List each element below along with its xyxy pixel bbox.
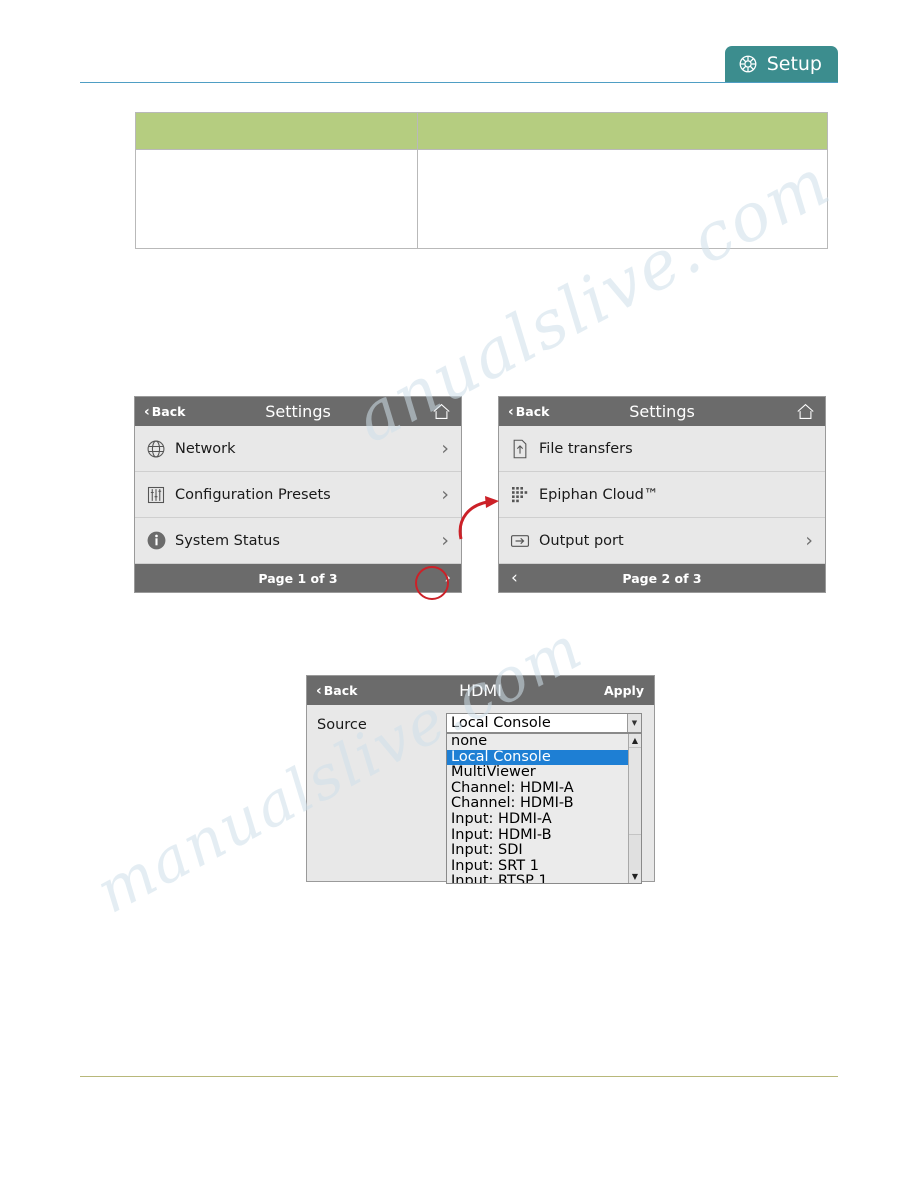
chevron-left-icon: ‹ xyxy=(144,403,150,420)
setup-tab-label: Setup xyxy=(766,53,822,75)
settings-screen-page2: ‹ Back Settings File transfers Epiphan C… xyxy=(499,397,825,592)
settings-row-output-port[interactable]: Output port › xyxy=(499,518,825,564)
settings-row-system-status-label: System Status xyxy=(175,532,280,549)
chevron-left-icon: ‹ xyxy=(316,682,322,699)
settings-row-file-transfers[interactable]: File transfers xyxy=(499,426,825,472)
list-item[interactable]: Channel: HDMI-B xyxy=(447,796,641,812)
back-button-label: Back xyxy=(323,683,358,698)
settings-p2-titlebar: ‹ Back Settings xyxy=(499,397,825,426)
settings-row-configuration-presets-label: Configuration Presets xyxy=(175,486,331,503)
source-dropdown[interactable]: none Local Console MultiViewer Channel: … xyxy=(446,733,642,885)
scroll-up-icon[interactable]: ▲ xyxy=(629,734,641,747)
settings-row-file-transfers-label: File transfers xyxy=(539,440,633,457)
hdmi-screen: ‹ Back HDMI Apply Source Local Console ▼… xyxy=(307,676,654,885)
scroll-down-icon[interactable]: ▼ xyxy=(629,870,641,884)
back-button[interactable]: ‹ Back xyxy=(508,404,549,419)
settings-p1-titlebar: ‹ Back Settings xyxy=(135,397,461,426)
settings-row-system-status[interactable]: System Status › xyxy=(135,518,461,564)
table-row xyxy=(135,149,829,249)
footer-divider xyxy=(80,1076,838,1077)
source-select[interactable]: Local Console ▼ xyxy=(446,713,642,733)
apply-button[interactable]: Apply xyxy=(604,683,644,698)
settings-p2-footer: ‹ Page 2 of 3 xyxy=(499,564,825,592)
table-header-row xyxy=(135,112,829,150)
setup-tab: Setup xyxy=(724,46,838,82)
chevron-right-icon: › xyxy=(805,529,813,551)
cloud-dots-icon xyxy=(509,484,531,506)
flow-arrow-icon xyxy=(458,496,499,540)
chevron-right-icon: › xyxy=(441,437,449,459)
list-item[interactable]: Input: HDMI-A xyxy=(447,812,641,828)
list-item[interactable]: none xyxy=(447,734,641,750)
settings-p1-footer: Page 1 of 3 › xyxy=(135,564,461,592)
hdmi-title: HDMI xyxy=(459,681,502,700)
settings-row-configuration-presets[interactable]: Configuration Presets › xyxy=(135,472,461,518)
info-icon xyxy=(145,530,167,552)
chevron-right-icon: › xyxy=(441,483,449,505)
chevron-right-icon: › xyxy=(441,529,449,551)
back-button[interactable]: ‹ Back xyxy=(316,683,357,698)
list-item[interactable]: Input: HDMI-B xyxy=(447,828,641,844)
back-button[interactable]: ‹ Back xyxy=(144,404,185,419)
home-icon[interactable] xyxy=(432,403,451,420)
sliders-icon xyxy=(145,484,167,506)
list-item[interactable]: Input: SRT 1 xyxy=(447,859,641,875)
settings-p1-page-label: Page 1 of 3 xyxy=(258,570,338,586)
hdmi-titlebar: ‹ Back HDMI Apply xyxy=(307,676,654,705)
settings-screen-page1: ‹ Back Settings Network › Configuration … xyxy=(135,397,461,592)
list-item-selected[interactable]: Local Console xyxy=(447,749,629,766)
settings-row-output-port-label: Output port xyxy=(539,532,624,549)
prev-page-button[interactable]: ‹ xyxy=(511,569,518,587)
header-divider xyxy=(80,82,838,83)
file-upload-icon xyxy=(509,438,531,460)
doc-table xyxy=(135,112,829,249)
home-icon[interactable] xyxy=(796,403,815,420)
list-item[interactable]: Channel: HDMI-A xyxy=(447,781,641,797)
table-header-cell-1 xyxy=(135,112,418,150)
source-dropdown-list: none Local Console MultiViewer Channel: … xyxy=(447,734,641,883)
hdmi-body: Source Local Console ▼ none Local Consol… xyxy=(307,705,654,885)
next-page-highlight-circle xyxy=(415,566,449,600)
settings-row-network[interactable]: Network › xyxy=(135,426,461,472)
settings-row-network-label: Network xyxy=(175,440,236,457)
back-button-label: Back xyxy=(151,404,186,419)
chevron-down-icon[interactable]: ▼ xyxy=(627,714,641,732)
network-globe-icon xyxy=(145,438,167,460)
settings-row-epiphan-cloud[interactable]: Epiphan Cloud™ xyxy=(499,472,825,518)
output-port-icon xyxy=(509,530,531,552)
dropdown-scrollbar[interactable]: ▲ ▼ xyxy=(628,734,641,884)
list-item[interactable]: Input: SDI xyxy=(447,843,641,859)
back-button-label: Back xyxy=(515,404,550,419)
table-header-cell-2 xyxy=(416,112,829,150)
list-item[interactable]: MultiViewer xyxy=(447,765,641,781)
settings-p2-page-label: Page 2 of 3 xyxy=(622,570,702,586)
scrollbar-thumb[interactable] xyxy=(629,747,641,835)
table-cell-2 xyxy=(416,149,829,249)
settings-row-epiphan-cloud-label: Epiphan Cloud™ xyxy=(539,486,659,503)
list-item[interactable]: Input: RTSP 1 xyxy=(447,874,641,883)
setup-gear-icon xyxy=(737,53,759,75)
source-label: Source xyxy=(317,717,367,733)
chevron-left-icon: ‹ xyxy=(508,403,514,420)
table-cell-1 xyxy=(135,149,418,249)
source-select-value: Local Console xyxy=(451,715,551,731)
